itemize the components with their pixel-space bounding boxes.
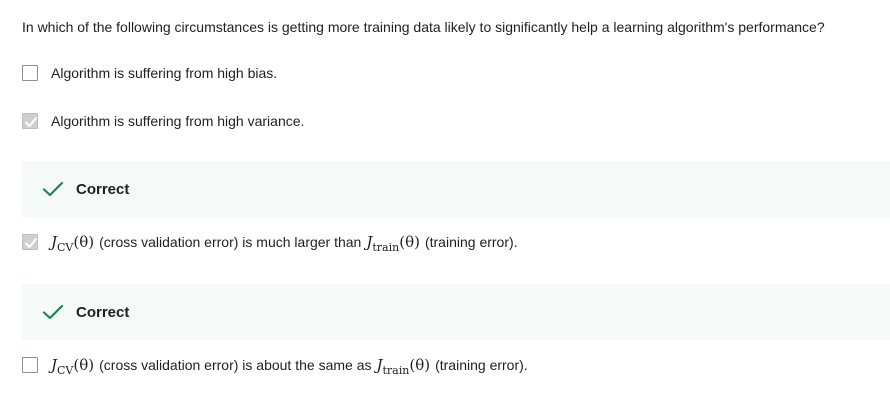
math-j-cv: JCV(θ) bbox=[51, 233, 95, 254]
option-label: Algorithm is suffering from high varianc… bbox=[51, 113, 305, 129]
math-j-cv: JCV(θ) bbox=[51, 356, 95, 377]
checkbox-unchecked[interactable] bbox=[22, 65, 38, 81]
feedback-correct: Correct bbox=[22, 161, 890, 217]
option-text: (cross validation error) is about the sa… bbox=[99, 357, 372, 373]
checkbox-checked[interactable] bbox=[22, 113, 38, 129]
option-text: (cross validation error) is much larger … bbox=[99, 234, 362, 250]
option-high-variance[interactable]: Algorithm is suffering from high varianc… bbox=[22, 110, 304, 132]
math-j-train: Jtrain(θ) bbox=[376, 356, 431, 377]
checkbox-unchecked[interactable] bbox=[22, 357, 38, 373]
option-cv-larger-than-train[interactable]: JCV(θ) (cross validation error) is much … bbox=[22, 231, 518, 254]
check-icon bbox=[42, 304, 64, 320]
question-text: In which of the following circumstances … bbox=[22, 19, 825, 35]
option-text: (training error). bbox=[424, 234, 518, 250]
option-text: (training error). bbox=[435, 357, 528, 373]
feedback-label: Correct bbox=[76, 180, 130, 198]
checkmark-icon bbox=[25, 117, 37, 127]
math-j-train: Jtrain(θ) bbox=[366, 233, 420, 254]
option-cv-same-as-train[interactable]: JCV(θ) (cross validation error) is about… bbox=[22, 354, 528, 377]
feedback-correct: Correct bbox=[22, 284, 890, 340]
check-icon bbox=[42, 181, 64, 197]
checkbox-checked[interactable] bbox=[22, 234, 38, 250]
checkmark-icon bbox=[25, 238, 37, 248]
feedback-label: Correct bbox=[76, 303, 130, 321]
option-label: Algorithm is suffering from high bias. bbox=[51, 65, 278, 81]
option-high-bias[interactable]: Algorithm is suffering from high bias. bbox=[22, 62, 277, 84]
